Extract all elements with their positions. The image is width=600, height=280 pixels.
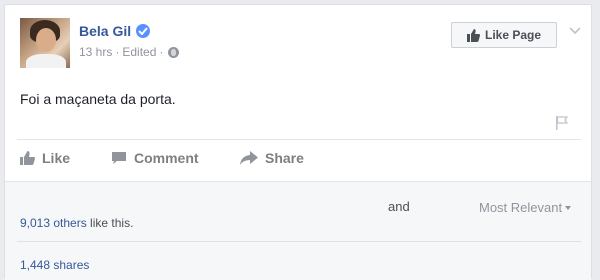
meta-separator-2: · bbox=[159, 45, 164, 59]
actions-divider bbox=[17, 139, 581, 140]
post-timestamp[interactable]: 13 hrs bbox=[79, 45, 112, 59]
flag-icon[interactable] bbox=[554, 115, 570, 131]
like-thumb-icon bbox=[20, 151, 35, 165]
likes-summary: 9,013 others like this. bbox=[20, 216, 133, 230]
author-row: Bela Gil bbox=[79, 23, 151, 39]
comment-bubble-icon bbox=[112, 152, 126, 164]
others-like-link[interactable]: 9,013 others bbox=[20, 216, 87, 230]
chevron-down-icon[interactable] bbox=[568, 24, 582, 38]
page-name-link[interactable]: Bela Gil bbox=[79, 23, 131, 39]
edited-label[interactable]: Edited bbox=[122, 45, 156, 59]
post-actions: Like Comment Share bbox=[20, 150, 304, 166]
likes-suffix: like this. bbox=[86, 216, 134, 230]
shares-link[interactable]: 1,448 shares bbox=[20, 258, 89, 272]
share-label: Share bbox=[265, 150, 304, 166]
like-page-button[interactable]: Like Page bbox=[451, 22, 557, 48]
post-card: Bela Gil 13 hrs · Edited · Like Page Foi… bbox=[4, 4, 592, 280]
caret-down-icon bbox=[565, 205, 572, 210]
comment-button[interactable]: Comment bbox=[111, 150, 240, 166]
and-text: and bbox=[388, 199, 410, 214]
post-text: Foi a maçaneta da porta. bbox=[20, 91, 176, 107]
share-button[interactable]: Share bbox=[240, 150, 304, 166]
post-meta: 13 hrs · Edited · bbox=[79, 45, 180, 59]
meta-separator: · bbox=[115, 45, 120, 59]
sort-label: Most Relevant bbox=[479, 200, 563, 215]
share-arrow-icon bbox=[240, 151, 258, 165]
like-label: Like bbox=[42, 150, 71, 166]
like-button[interactable]: Like bbox=[20, 150, 111, 166]
feedback-section: and Most Relevant 9,013 others like this… bbox=[5, 181, 591, 280]
profile-avatar[interactable] bbox=[20, 18, 70, 68]
comment-label: Comment bbox=[134, 150, 199, 166]
sort-dropdown[interactable]: Most Relevant bbox=[479, 200, 572, 215]
verified-badge-icon bbox=[136, 24, 151, 38]
like-page-label: Like Page bbox=[484, 28, 542, 42]
thumbs-up-icon bbox=[466, 28, 480, 42]
feedback-divider bbox=[17, 241, 581, 242]
public-globe-icon[interactable] bbox=[168, 46, 180, 58]
